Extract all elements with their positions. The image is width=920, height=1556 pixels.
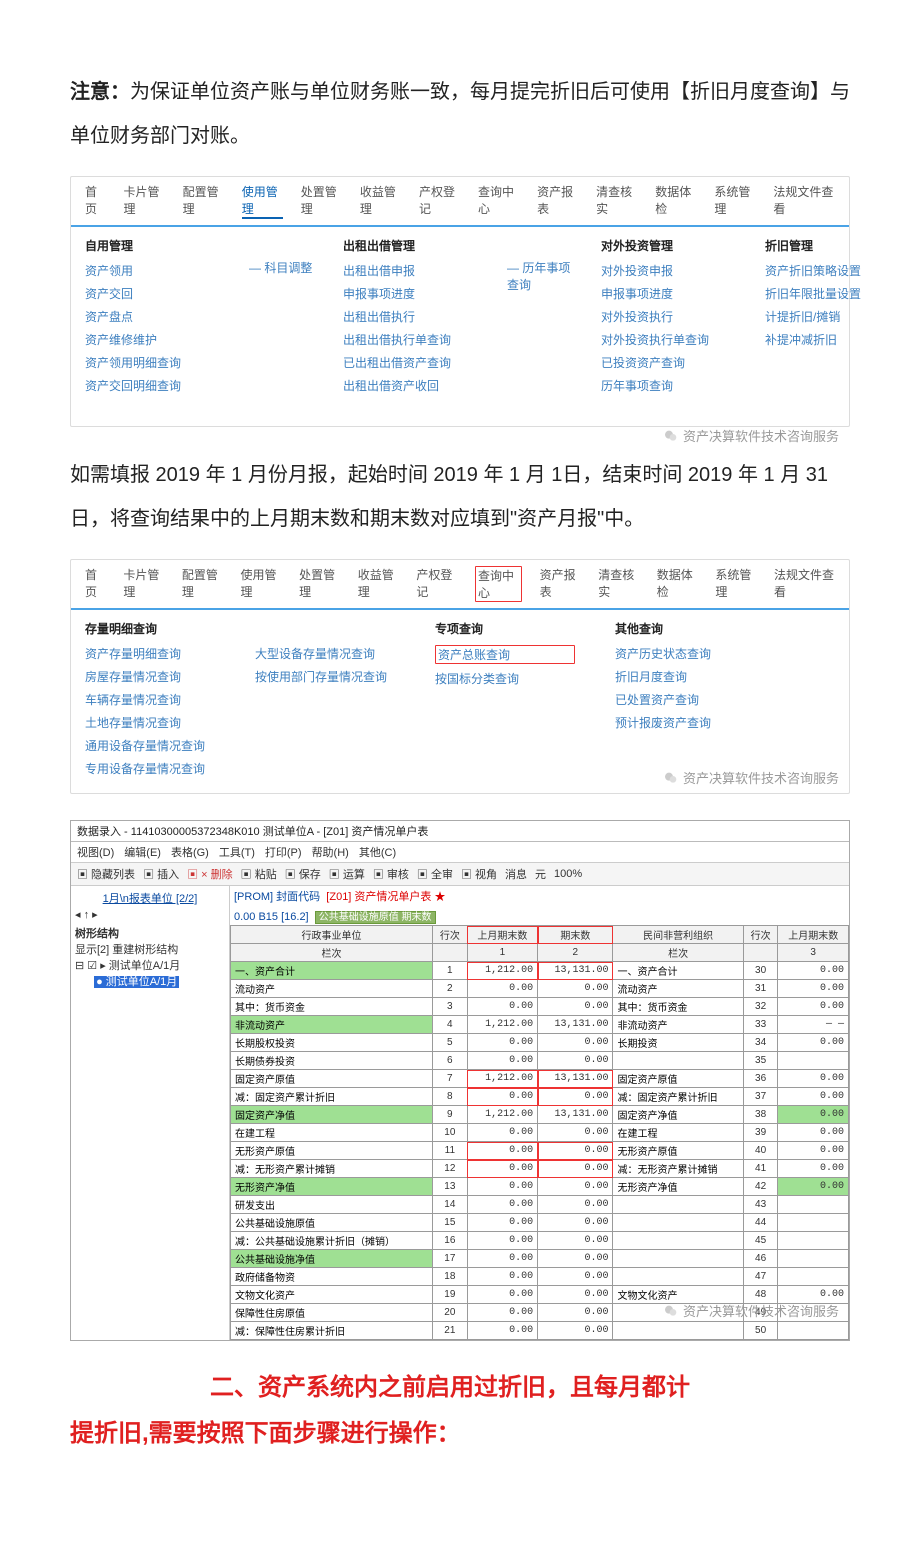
tab[interactable]: 配置管理 [183,183,224,219]
nav-link[interactable]: 对外投资申报 [601,262,741,279]
watermark: 资产决算软件技术咨询服务 [663,426,839,445]
nav-link[interactable]: 资产折旧策略设置 [765,262,905,279]
nav-link[interactable]: 对外投资执行 [601,308,741,325]
menu-item[interactable]: 视图(D) [77,844,114,860]
nav-link[interactable]: 资产领用 [85,262,225,279]
nav-link[interactable]: 已出租出借资产查询 [343,354,483,371]
tab[interactable]: 法规文件查看 [773,183,835,219]
menu-item[interactable]: 表格(G) [171,844,209,860]
tab[interactable]: 处置管理 [299,566,340,602]
nav-link[interactable]: 计提折旧/摊销 [765,308,905,325]
wechat-icon [663,770,679,786]
tree-item-selected[interactable]: ● 测试单位A/1月 [91,973,225,989]
tab[interactable]: 清查核实 [596,183,637,219]
tab[interactable]: 首页 [85,183,106,219]
tab[interactable]: 资产报表 [537,183,578,219]
tab[interactable]: 资产报表 [540,566,581,602]
nav-link[interactable]: 补提冲减折旧 [765,331,905,348]
watermark: 资产决算软件技术咨询服务 [663,768,839,787]
tree-btn-rebuild[interactable]: 重建树形结构 [112,944,178,956]
toolbar-button[interactable]: ▣ 全审 [417,866,453,882]
tab[interactable]: 产权登记 [419,183,460,219]
titlebar: 数据录入 - 11410300005372348K010 测试单位A - [Z0… [71,821,849,842]
toolbar: ▣ 隐藏列表 ▣ 插入 ▣ × 删除 ▣ 粘贴 ▣ 保存 ▣ 运算 ▣ 审核 ▣ 全审 ▣ 视角… [71,863,849,886]
p1-bold: 注意： [70,81,130,103]
screenshot-3-tool-window: 数据录入 - 11410300005372348K010 测试单位A - [Z0… [70,820,850,1341]
tab[interactable]: 数据体检 [657,566,698,602]
nav-link[interactable]: 申报事项进度 [601,285,741,302]
wechat-icon [663,1303,679,1319]
tab[interactable]: 产权登记 [416,566,457,602]
tab-bar-2: 首页卡片管理配置管理使用管理处置管理收益管理产权登记查询中心资产报表清查核实数据… [71,560,849,610]
wechat-icon [663,428,679,444]
nav-link[interactable]: 资产交回 [85,285,225,302]
screenshot-2: 首页卡片管理配置管理使用管理处置管理收益管理产权登记查询中心资产报表清查核实数据… [70,559,850,794]
tab-bar: 首页卡片管理配置管理使用管理处置管理收益管理产权登记查询中心资产报表清查核实数据… [71,177,849,227]
section-heading-2: 二、资产系统内之前启用过折旧，且每月都计 提折旧,需要按照下面步骤进行操作： [70,1365,850,1456]
toolbar-button[interactable]: 消息 [505,866,527,882]
menu-item[interactable]: 工具(T) [219,844,255,860]
tab[interactable]: 收益管理 [358,566,399,602]
nav-link[interactable]: 对外投资执行单查询 [601,331,741,348]
toolbar-button[interactable]: ▣ 插入 [143,866,179,882]
tab[interactable]: 使用管理 [241,566,282,602]
paragraph-1: 注意：为保证单位资产账与单位财务账一致，每月提完折旧后可使用【折旧月度查询】与单… [70,70,850,158]
watermark: 资产决算软件技术咨询服务 [663,1301,839,1320]
tree-panel: 1月\n报表单位 [2/2] ◂ ↑ ▸ 树形结构 显示[2] 重建树形结构 ⊟… [71,886,230,1340]
nav-link[interactable]: 资产维修维护 [85,331,225,348]
tab[interactable]: 查询中心 [478,183,519,219]
nav-link[interactable]: 已投资资产查询 [601,354,741,371]
toolbar-button[interactable]: ▣ 运算 [329,866,365,882]
nav-link[interactable]: 资产盘点 [85,308,225,325]
tree-item[interactable]: ⊟ ☑ ▸ 测试单位A/1月 [75,957,225,973]
tab[interactable]: 使用管理 [242,183,283,219]
nav-link[interactable]: 资产交回明细查询 [85,377,225,394]
tab[interactable]: 卡片管理 [123,566,164,602]
toolbar-button[interactable]: ▣ 粘贴 [241,866,277,882]
nav-link[interactable]: 折旧年限批量设置 [765,285,905,302]
toolbar-button[interactable]: ▣ 隐藏列表 [77,866,135,882]
menubar: 视图(D) 编辑(E) 表格(G) 工具(T) 打印(P) 帮助(H) 其他(C) [71,842,849,863]
menu-item[interactable]: 打印(P) [265,844,302,860]
tab[interactable]: 系统管理 [714,183,755,219]
tab[interactable]: 首页 [85,566,105,602]
tab[interactable]: 处置管理 [301,183,342,219]
nav-link[interactable]: 资产领用明细查询 [85,354,225,371]
nav-link[interactable]: 出租出借执行 [343,308,483,325]
toolbar-button[interactable]: 元 [535,866,546,882]
menu-item[interactable]: 帮助(H) [312,844,349,860]
menu-item[interactable]: 编辑(E) [124,844,161,860]
toolbar-button[interactable]: ▣ 审核 [373,866,409,882]
paragraph-2: 如需填报 2019 年 1 月份月报，起始时间 2019 年 1 月 1日，结束… [70,453,850,541]
toolbar-button[interactable]: ▣ 保存 [285,866,321,882]
nav-link[interactable]: 出租出借执行单查询 [343,331,483,348]
menu-item[interactable]: 其他(C) [359,844,396,860]
tree-btn-show[interactable]: 显示[2] [75,944,109,956]
tab[interactable]: 法规文件查看 [774,566,835,602]
toolbar-button[interactable]: 100% [554,868,582,880]
screenshot-1: 首页卡片管理配置管理使用管理处置管理收益管理产权登记查询中心资产报表清查核实数据… [70,176,850,427]
tab[interactable]: 收益管理 [360,183,401,219]
nav-link[interactable]: 出租出借申报 [343,262,483,279]
nav-link[interactable]: 申报事项进度 [343,285,483,302]
tree-link[interactable]: 1月\n报表单位 [2/2] [75,890,225,906]
toolbar-button[interactable]: ▣ 视角 [461,866,497,882]
tab[interactable]: 卡片管理 [124,183,165,219]
nav-link[interactable]: 出租出借资产收回 [343,377,483,394]
data-grid: 行政事业单位行次上月期末数期末数民间非营利组织行次上月期末数栏次12栏次3一、资… [230,925,849,1340]
tab[interactable]: 数据体检 [655,183,696,219]
p1-rest: 为保证单位资产账与单位财务账一致，每月提完折旧后可使用【折旧月度查询】与单位财务… [70,81,850,147]
screenshot-2-body: 存量明细查询资产存量明细查询房屋存量情况查询车辆存量情况查询土地存量情况查询通用… [71,610,849,793]
toolbar-button[interactable]: ▣ × 删除 [187,866,233,882]
nav-link[interactable]: 历年事项查询 [601,377,741,394]
screenshot-1-body: 自用管理资产领用资产交回资产盘点资产维修维护资产领用明细查询资产交回明细查询 —… [71,227,849,426]
tab[interactable]: 配置管理 [182,566,223,602]
tab[interactable]: 清查核实 [598,566,639,602]
sheet-tab[interactable]: 公共基础设施原值 期末数 [315,911,436,924]
tab[interactable]: 系统管理 [715,566,756,602]
